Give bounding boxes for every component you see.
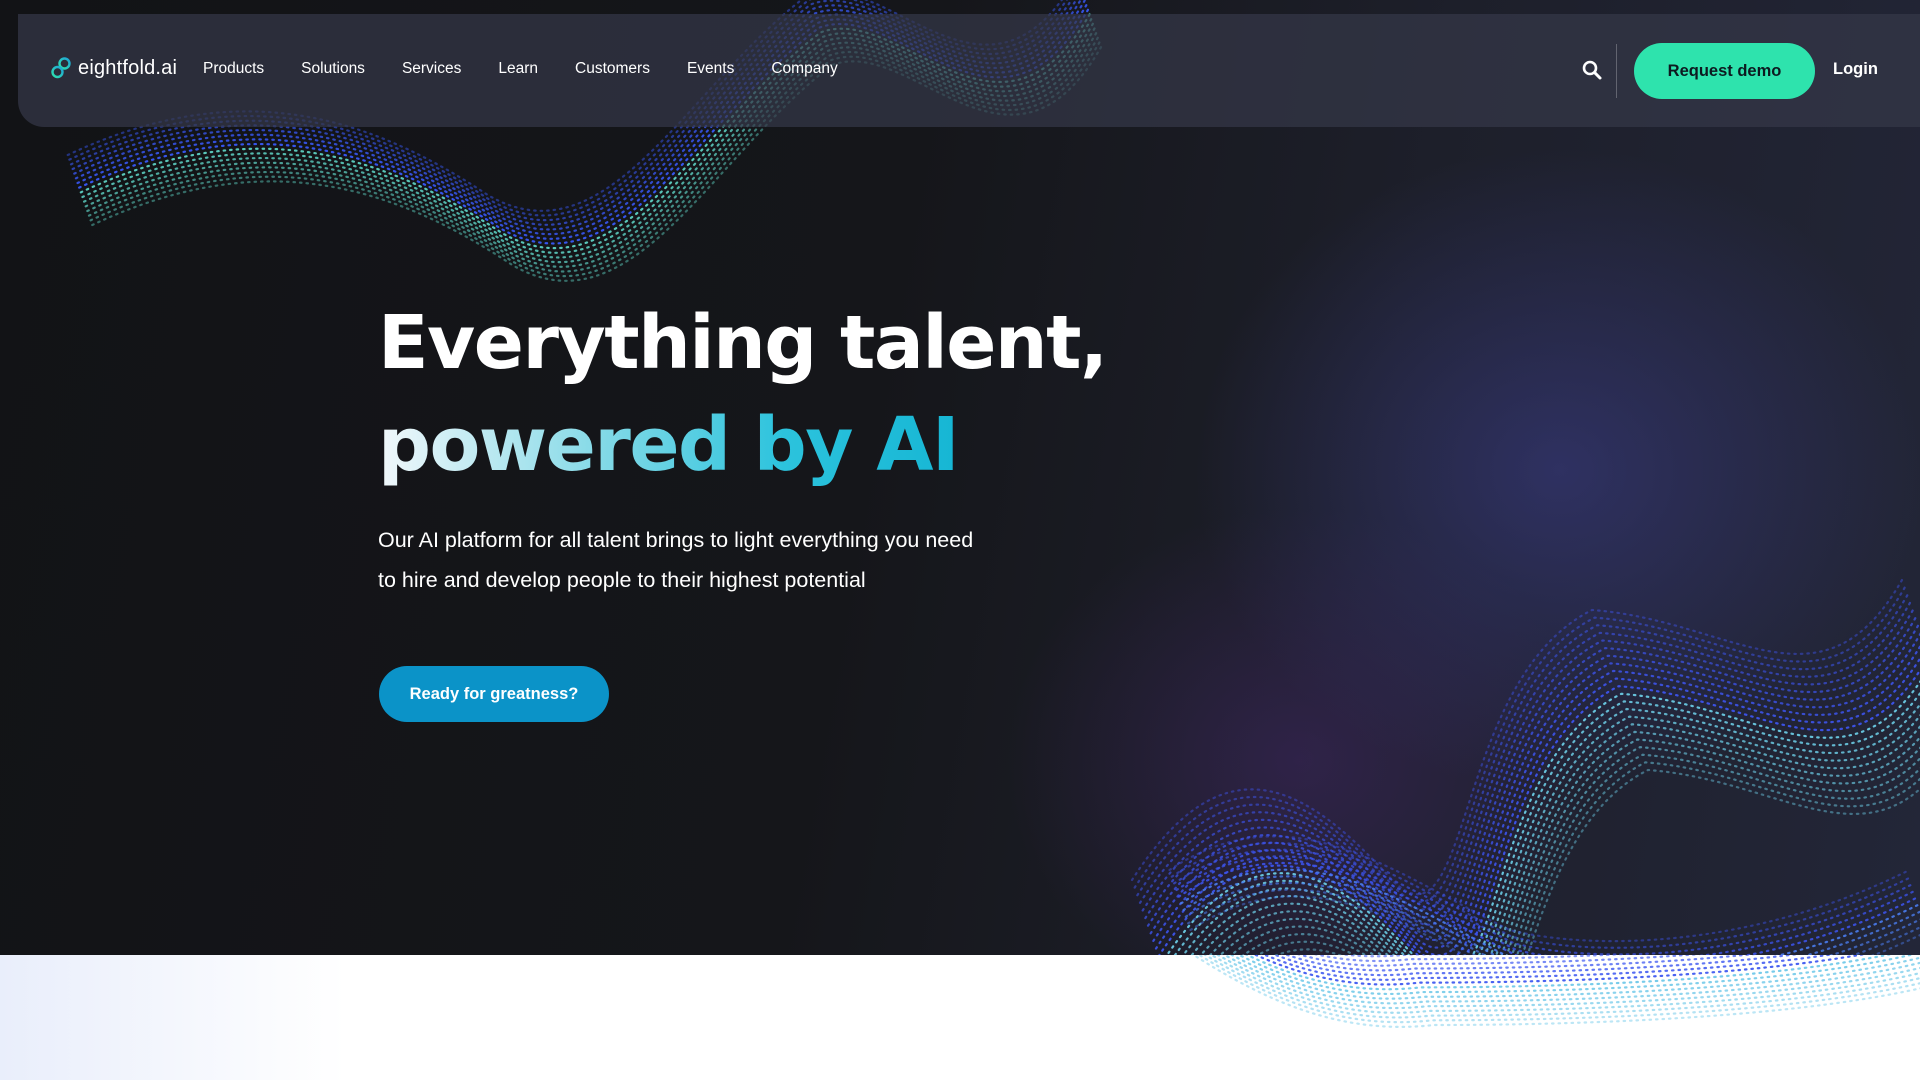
top-navbar: eightfold.ai Products Solutions Services… [18,14,1920,127]
main-menu: Products Solutions Services Learn Custom… [203,60,838,78]
hero-description: Our AI platform for all talent brings to… [378,528,974,592]
login-link[interactable]: Login [1833,60,1878,79]
ready-for-greatness-button[interactable]: Ready for greatness? [379,666,609,722]
brand-name: eightfold.ai [78,56,178,79]
headline-line-1: Everything talent, [378,300,1108,386]
nav-item-learn[interactable]: Learn [498,60,538,78]
nav-item-company[interactable]: Company [771,60,837,78]
eightfold-logo-icon [51,57,71,79]
dotted-wave-decoration-bottom [1191,955,1920,1028]
nav-item-products[interactable]: Products [203,60,264,78]
hero-headline: Everything talent, powered by AI [378,292,1108,496]
request-demo-button[interactable]: Request demo [1634,43,1815,99]
nav-item-solutions[interactable]: Solutions [301,60,365,78]
nav-item-customers[interactable]: Customers [575,60,650,78]
nav-divider [1616,44,1617,98]
hero-section: eightfold.ai Products Solutions Services… [0,0,1920,955]
nav-item-events[interactable]: Events [687,60,734,78]
headline-line-2: powered by AI [378,394,960,496]
brand-logo[interactable]: eightfold.ai [50,56,177,80]
nav-item-services[interactable]: Services [402,60,461,78]
search-icon[interactable] [1580,58,1604,82]
below-hero-section [0,955,1920,1080]
